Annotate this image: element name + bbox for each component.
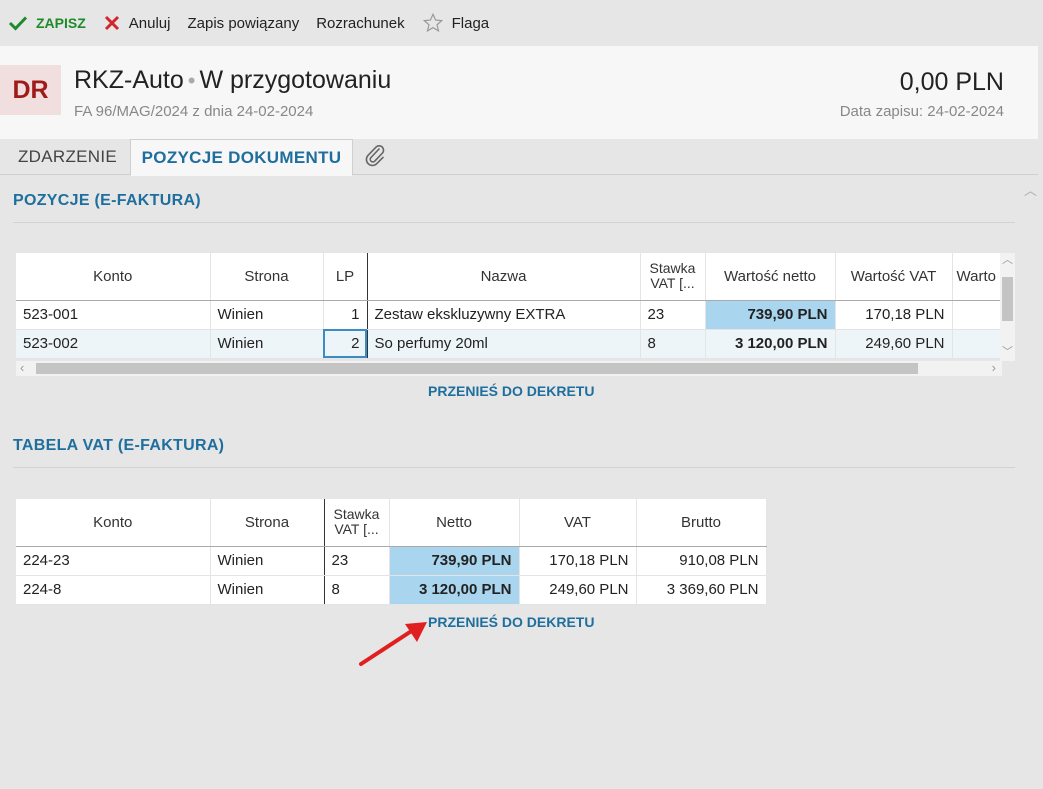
close-icon: [103, 14, 121, 32]
table-row[interactable]: 224-23 Winien 23 739,90 PLN 170,18 PLN 9…: [16, 546, 767, 576]
table-cell[interactable]: 224-8: [16, 575, 211, 605]
scroll-left-icon[interactable]: ‹: [20, 360, 24, 375]
column-header[interactable]: Konto: [16, 499, 211, 547]
column-header[interactable]: VAT: [519, 499, 637, 547]
document-type-badge: DR: [0, 65, 61, 115]
table-cell[interactable]: 170,18 PLN: [835, 300, 953, 330]
column-header[interactable]: Wartość netto: [705, 253, 836, 301]
table-cell[interactable]: 8: [640, 329, 706, 359]
column-header[interactable]: Konto: [16, 253, 211, 301]
scroll-up-icon[interactable]: ︿: [1002, 251, 1013, 267]
column-header[interactable]: Nazwa: [367, 253, 641, 301]
scrollbar-thumb[interactable]: [1002, 277, 1013, 321]
document-subtitle: FA 96/MAG/2024 z dnia 24-02-2024: [74, 103, 314, 120]
table-cell[interactable]: 2: [323, 329, 368, 359]
table-cell[interactable]: Winien: [210, 300, 324, 330]
table-row[interactable]: 224-8 Winien 8 3 120,00 PLN 249,60 PLN 3…: [16, 575, 767, 605]
document-name: RKZ-Auto: [74, 66, 184, 94]
column-header[interactable]: Netto: [389, 499, 520, 547]
table-cell[interactable]: 8: [324, 575, 390, 605]
positions-section-title: POZYCJE (E-FAKTURA): [13, 192, 201, 209]
toolbar: ZAPISZ Anuluj Zapis powiązany Rozrachune…: [0, 0, 1043, 46]
vertical-scrollbar[interactable]: ︿ ﹀: [1000, 253, 1015, 361]
star-icon: [422, 12, 444, 34]
cancel-button[interactable]: Anuluj: [103, 14, 171, 32]
table-cell[interactable]: 1: [323, 300, 368, 330]
flag-button[interactable]: Flaga: [422, 12, 490, 34]
table-cell[interactable]: 910,08 PLN: [636, 546, 767, 576]
column-header[interactable]: Brutto: [636, 499, 767, 547]
dot-separator: •: [187, 68, 196, 93]
table-cell[interactable]: 523-001: [16, 300, 211, 330]
table-cell[interactable]: 739,90 PLN: [389, 546, 520, 576]
table-cell[interactable]: Zestaw ekskluzywny EXTRA: [367, 300, 641, 330]
vat-section-title: TABELA VAT (E-FAKTURA): [13, 437, 225, 454]
tab-event[interactable]: ZDARZENIE: [18, 139, 117, 175]
paperclip-icon: [364, 143, 386, 172]
vat-grid: Konto Strona Stawka VAT [... Netto VAT B…: [16, 499, 767, 605]
document-header: DR RKZ-Auto • W przygotowaniu FA 96/MAG/20…: [0, 46, 1038, 139]
table-cell[interactable]: 739,90 PLN: [705, 300, 836, 330]
scroll-right-icon[interactable]: ›: [992, 360, 996, 375]
table-cell[interactable]: 224-23: [16, 546, 211, 576]
column-header[interactable]: Strona: [210, 499, 325, 547]
tab-bar: ZDARZENIE POZYCJE DOKUMENTU: [0, 139, 1038, 176]
column-header[interactable]: Stawka VAT [...: [640, 253, 706, 301]
linked-entry-button[interactable]: Zapis powiązany: [187, 15, 299, 32]
section-divider: [13, 222, 1015, 223]
column-header[interactable]: LP: [323, 253, 368, 301]
horizontal-scrollbar[interactable]: ‹ ›: [16, 360, 1002, 376]
save-date: Data zapisu: 24-02-2024: [839, 103, 1004, 120]
table-cell[interactable]: Winien: [210, 575, 325, 605]
table-cell[interactable]: Winien: [210, 546, 325, 576]
positions-header-row: Konto Strona LP Nazwa Stawka VAT [... Wa…: [16, 253, 1015, 301]
page-title: RKZ-Auto • W przygotowaniu: [74, 66, 391, 95]
document-amount: 0,00 PLN: [899, 68, 1004, 96]
table-row[interactable]: 523-001 Winien 1 Zestaw ekskluzywny EXTR…: [16, 300, 1015, 330]
column-header[interactable]: Strona: [210, 253, 324, 301]
attachments-tab[interactable]: [364, 139, 386, 175]
table-row[interactable]: 523-002 Winien 2 So perfumy 20ml 8 3 120…: [16, 329, 1015, 359]
cancel-label: Anuluj: [128, 14, 171, 32]
tab-document-positions[interactable]: POZYCJE DOKUMENTU: [130, 139, 353, 176]
flag-label: Flaga: [451, 14, 490, 32]
settlement-button[interactable]: Rozrachunek: [316, 15, 404, 32]
vat-header-row: Konto Strona Stawka VAT [... Netto VAT B…: [16, 499, 767, 547]
table-cell[interactable]: 3 120,00 PLN: [705, 329, 836, 359]
table-cell[interactable]: 3 369,60 PLN: [636, 575, 767, 605]
column-header[interactable]: Stawka VAT [...: [324, 499, 390, 547]
settlement-label: Rozrachunek: [316, 14, 405, 32]
table-cell[interactable]: 23: [324, 546, 390, 576]
save-label: ZAPISZ: [36, 15, 86, 31]
column-header[interactable]: Wartość VAT: [835, 253, 953, 301]
scrollbar-thumb[interactable]: [36, 363, 918, 374]
section-divider: [13, 467, 1015, 468]
table-cell[interactable]: 23: [640, 300, 706, 330]
document-status: W przygotowaniu: [199, 66, 392, 94]
move-vat-to-decree-button[interactable]: PRZENIEŚ DO DEKRETU: [428, 614, 594, 630]
save-button[interactable]: ZAPISZ: [8, 15, 86, 31]
scroll-down-icon[interactable]: ﹀: [1002, 343, 1013, 359]
table-cell[interactable]: 3 120,00 PLN: [389, 575, 520, 605]
page-scroll-up-arrow[interactable]: ︿: [1024, 180, 1037, 199]
check-icon: [8, 15, 28, 31]
table-cell[interactable]: So perfumy 20ml: [367, 329, 641, 359]
table-cell[interactable]: Winien: [210, 329, 324, 359]
table-cell[interactable]: 249,60 PLN: [835, 329, 953, 359]
linked-entry-label: Zapis powiązany: [187, 14, 300, 32]
table-cell[interactable]: 249,60 PLN: [519, 575, 637, 605]
table-cell[interactable]: 523-002: [16, 329, 211, 359]
table-cell[interactable]: 170,18 PLN: [519, 546, 637, 576]
move-to-decree-button[interactable]: PRZENIEŚ DO DEKRETU: [428, 383, 594, 399]
annotation-arrow-icon: [359, 622, 427, 666]
positions-grid: Konto Strona LP Nazwa Stawka VAT [... Wa…: [16, 253, 1015, 378]
